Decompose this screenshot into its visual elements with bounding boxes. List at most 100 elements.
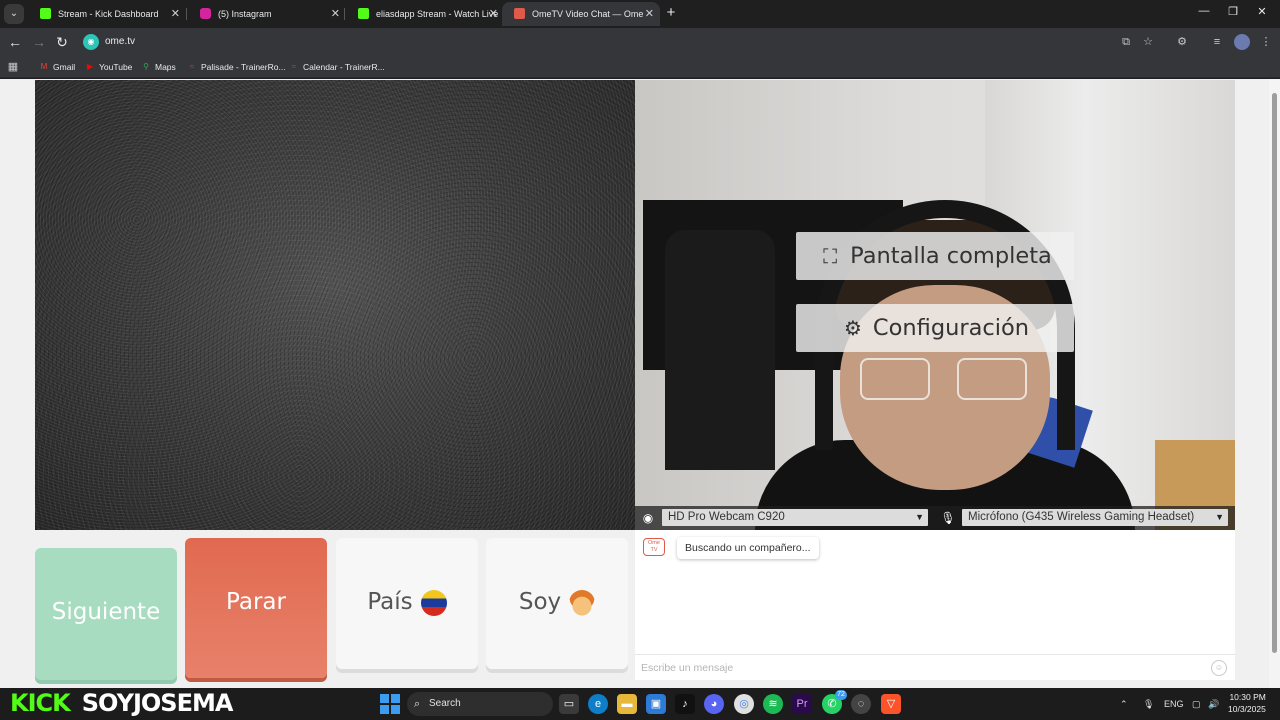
stop-button[interactable]: Parar bbox=[185, 538, 327, 678]
country-button[interactable]: País bbox=[336, 538, 478, 669]
windows-start-icon[interactable] bbox=[380, 694, 400, 714]
close-window-icon[interactable]: ✕ bbox=[1255, 5, 1269, 18]
microphone-select[interactable]: Micrófono (G435 Wireless Gaming Headset)… bbox=[962, 509, 1228, 526]
address-bar[interactable]: ◉ ome.tv bbox=[80, 31, 1110, 53]
maps-icon: ⚲ bbox=[143, 62, 149, 71]
edge-icon[interactable]: e bbox=[588, 694, 608, 714]
spotify-icon[interactable]: ≋ bbox=[763, 694, 783, 714]
volume-icon[interactable]: 🔊 bbox=[1208, 696, 1219, 712]
chat-panel: Ome TV Buscando un compañero... ☺ bbox=[635, 530, 1235, 680]
stranger-video bbox=[35, 80, 635, 530]
fullscreen-icon: ⛶ bbox=[823, 244, 838, 268]
video-glasses bbox=[957, 358, 1027, 400]
gender-label: Soy bbox=[518, 589, 562, 615]
emoji-picker-icon[interactable]: ☺ bbox=[1211, 660, 1227, 676]
camera-select-value: HD Pro Webcam C920 bbox=[668, 511, 785, 523]
tab-ometv[interactable]: OmeTV Video Chat — Ome ✕ bbox=[502, 2, 660, 26]
store-icon[interactable]: ▣ bbox=[646, 694, 666, 714]
whatsapp-badge: 72 bbox=[835, 690, 847, 700]
bookmark-youtube[interactable]: ▶ YouTube bbox=[85, 56, 132, 78]
site-info-icon[interactable]: ◉ bbox=[83, 34, 99, 50]
chevron-down-icon: ▼ bbox=[1215, 512, 1224, 522]
bookmark-label: Maps bbox=[155, 62, 176, 72]
file-explorer-icon[interactable]: ▬ bbox=[617, 694, 637, 714]
close-tab-icon[interactable]: ✕ bbox=[171, 2, 180, 26]
kick-stream-overlay: KICK SOYJOSEMA bbox=[10, 689, 233, 717]
chrome-icon[interactable]: ◎ bbox=[734, 694, 754, 714]
close-tab-icon[interactable]: ✕ bbox=[645, 2, 654, 26]
minimize-icon[interactable]: — bbox=[1197, 5, 1211, 17]
ometv-logo-icon: Ome TV bbox=[643, 538, 665, 556]
taskbar-clock[interactable]: 10:30 PM 10/3/2025 bbox=[1228, 691, 1266, 715]
bookmarks-bar: ▦ M Gmail ▶ YouTube ⚲ Maps ≈ Palisade - … bbox=[0, 56, 1280, 78]
network-icon[interactable]: ▢ bbox=[1192, 696, 1201, 712]
forward-button[interactable]: → bbox=[30, 33, 48, 51]
chevron-up-icon[interactable]: ⌃ bbox=[1120, 696, 1128, 712]
settings-button[interactable]: ⚙ Configuración bbox=[796, 304, 1074, 352]
fullscreen-label: Pantalla completa bbox=[850, 243, 1052, 269]
venezuela-flag-icon bbox=[420, 589, 447, 616]
kick-icon bbox=[358, 8, 369, 19]
taskbar-search[interactable]: ⌕ Search bbox=[407, 692, 553, 716]
menu-kebab-icon[interactable]: ⋮ bbox=[1258, 34, 1274, 50]
discord-icon[interactable]: ◕ bbox=[704, 694, 724, 714]
gender-button[interactable]: Soy bbox=[486, 538, 628, 669]
browser-toolbar: ← → ↻ ◉ ome.tv ⧉ ☆ ⚙ ≡ ⋮ bbox=[0, 28, 1280, 56]
bookmark-label: Gmail bbox=[53, 62, 76, 72]
fullscreen-button[interactable]: ⛶ Pantalla completa bbox=[796, 232, 1074, 280]
language-indicator[interactable]: ENG bbox=[1164, 696, 1184, 712]
taskbar-search-label: Search bbox=[429, 698, 461, 709]
tab-eliasdapp-stream[interactable]: eliasdapp Stream - Watch Live ✕ bbox=[346, 2, 504, 26]
youtube-icon: ▶ bbox=[86, 62, 94, 71]
back-button[interactable]: ← bbox=[6, 33, 24, 51]
bookmark-maps[interactable]: ⚲ Maps bbox=[141, 56, 176, 78]
bookmark-gmail[interactable]: M Gmail bbox=[39, 56, 76, 78]
bookmark-calendar[interactable]: ≈ Calendar - TrainerR... bbox=[289, 56, 385, 78]
tab-search-icon[interactable]: ⌄ bbox=[4, 4, 24, 24]
bookmark-label: YouTube bbox=[99, 62, 133, 72]
tab-separator bbox=[186, 8, 187, 20]
bookmark-label: Calendar - TrainerR... bbox=[303, 62, 385, 72]
install-app-icon[interactable]: ⧉ bbox=[1118, 34, 1134, 50]
extensions-icon[interactable]: ⚙ bbox=[1174, 34, 1190, 50]
premiere-icon[interactable]: Pr bbox=[792, 694, 812, 714]
whatsapp-icon[interactable]: ✆ 72 bbox=[822, 690, 847, 714]
kick-icon bbox=[40, 8, 51, 19]
page-scrollbar[interactable] bbox=[1269, 79, 1280, 688]
close-tab-icon[interactable]: ✕ bbox=[331, 2, 340, 26]
profile-avatar[interactable] bbox=[1234, 34, 1250, 50]
reload-button[interactable]: ↻ bbox=[53, 33, 71, 51]
search-icon: ⌕ bbox=[414, 698, 421, 710]
next-button[interactable]: Siguiente bbox=[35, 548, 177, 680]
close-tab-icon[interactable]: ✕ bbox=[489, 2, 498, 26]
tiktok-icon[interactable]: ♪ bbox=[675, 694, 695, 714]
clock-date: 10/3/2025 bbox=[1228, 704, 1266, 714]
tab-title: OmeTV Video Chat — Ome bbox=[532, 9, 644, 19]
windows-taskbar: KICK SOYJOSEMA ⌕ Search ▭ e ▬ ▣ ♪ ◕ ◎ ≋ P… bbox=[0, 688, 1280, 720]
chat-input[interactable] bbox=[641, 659, 1201, 677]
country-label: País bbox=[367, 589, 413, 615]
microphone-tray-icon[interactable]: 🎙 bbox=[1143, 696, 1154, 712]
settings-label: Configuración bbox=[872, 315, 1030, 341]
tab-title: (5) Instagram bbox=[218, 9, 272, 19]
trainer-icon: ≈ bbox=[189, 62, 195, 71]
microphone-icon: 🎙 bbox=[940, 511, 956, 525]
task-view-icon[interactable]: ▭ bbox=[559, 694, 579, 714]
obs-icon[interactable]: ◌ bbox=[851, 694, 871, 714]
bookmark-star-icon[interactable]: ☆ bbox=[1140, 34, 1156, 50]
instagram-icon bbox=[200, 8, 211, 19]
tab-instagram[interactable]: (5) Instagram ✕ bbox=[188, 2, 346, 26]
new-tab-button[interactable]: + bbox=[663, 4, 679, 24]
camera-select[interactable]: HD Pro Webcam C920 ▼ bbox=[662, 509, 928, 526]
bookmark-palisade[interactable]: ≈ Palisade - TrainerRo... bbox=[187, 56, 286, 78]
video-chair bbox=[665, 230, 775, 470]
brave-icon[interactable]: ▽ bbox=[881, 694, 901, 714]
webcam-icon: ◉ bbox=[642, 511, 654, 525]
chat-status-message: Buscando un compañero... bbox=[677, 537, 819, 559]
scrollbar-thumb[interactable] bbox=[1272, 93, 1277, 653]
media-controls-icon[interactable]: ≡ bbox=[1209, 34, 1225, 50]
restore-icon[interactable]: ❐ bbox=[1226, 5, 1240, 18]
gmail-icon: M bbox=[40, 62, 48, 71]
apps-grid-icon[interactable]: ▦ bbox=[5, 59, 21, 75]
tab-kick-dashboard[interactable]: Stream - Kick Dashboard ✕ bbox=[28, 2, 186, 26]
